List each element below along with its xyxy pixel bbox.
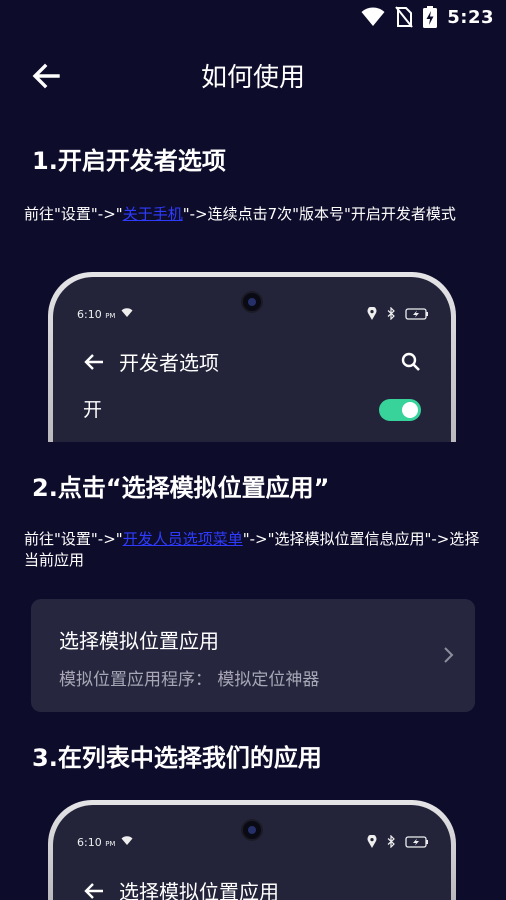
step-1-desc-prefix: 前往"设置"->" — [24, 205, 123, 223]
phone-back-arrow-icon — [84, 882, 103, 899]
about-phone-link[interactable]: 关于手机 — [123, 205, 183, 223]
page-title: 如何使用 — [200, 63, 305, 93]
phone-screen: 6:10 PM 开发者选项 开 — [53, 277, 451, 442]
bluetooth-icon — [387, 307, 395, 320]
phone-screen: 6:10 PM 选择模拟位置应用 — [53, 805, 451, 900]
step-2-description: 前往"设置"->"开发人员选项菜单"->"选择模拟位置信息应用"->选择当前应用 — [24, 529, 484, 571]
step-1-heading: 1.开启开发者选项 — [32, 147, 226, 175]
location-pin-icon — [367, 307, 377, 320]
developer-options-menu-link[interactable]: 开发人员选项菜单 — [123, 530, 243, 548]
step-1-description: 前往"设置"->"关于手机"->连续点击7次"版本号"开启开发者模式 — [24, 204, 484, 225]
bluetooth-icon — [387, 835, 395, 848]
phone-illustration-mock-location: 6:10 PM 选择模拟位置应用 — [48, 800, 456, 900]
step-2-desc-prefix: 前往"设置"->" — [24, 530, 123, 548]
camera-icon — [243, 293, 261, 311]
no-sim-icon — [395, 6, 413, 28]
camera-icon — [243, 821, 261, 839]
phone-wifi-icon — [121, 836, 133, 845]
phone-developer-toggle — [379, 399, 421, 421]
step-3-heading: 3.在列表中选择我们的应用 — [32, 744, 322, 772]
phone-screen-title: 选择模拟位置应用 — [119, 880, 279, 900]
phone-status-time: 6:10 PM — [77, 308, 133, 321]
status-bar: 5:23 — [0, 0, 506, 36]
wifi-icon — [361, 7, 385, 26]
app-bar: 如何使用 — [0, 48, 506, 104]
phone-search-icon — [401, 352, 420, 371]
phone-illustration-developer-options: 6:10 PM 开发者选项 开 — [48, 272, 456, 442]
phone-back-arrow-icon — [84, 353, 103, 370]
phone-status-time: 6:10 PM — [77, 836, 133, 849]
phone-wifi-icon — [121, 308, 133, 317]
location-pin-icon — [367, 835, 377, 848]
step-2-heading: 2.点击“选择模拟位置应用” — [32, 474, 330, 502]
select-mock-location-app-card[interactable]: 选择模拟位置应用 模拟位置应用程序： 模拟定位神器 — [31, 599, 475, 712]
step-1-desc-suffix: "->连续点击7次"版本号"开启开发者模式 — [182, 205, 456, 223]
phone-battery-icon — [405, 307, 428, 320]
battery-charging-icon — [423, 6, 438, 28]
card-subtitle: 模拟位置应用程序： 模拟定位神器 — [59, 670, 320, 690]
phone-battery-icon — [405, 835, 428, 848]
phone-toggle-label: 开 — [83, 399, 103, 421]
phone-screen-title: 开发者选项 — [119, 351, 219, 375]
status-time: 5:23 — [447, 6, 494, 28]
card-title: 选择模拟位置应用 — [59, 629, 219, 653]
chevron-right-icon — [444, 647, 454, 663]
